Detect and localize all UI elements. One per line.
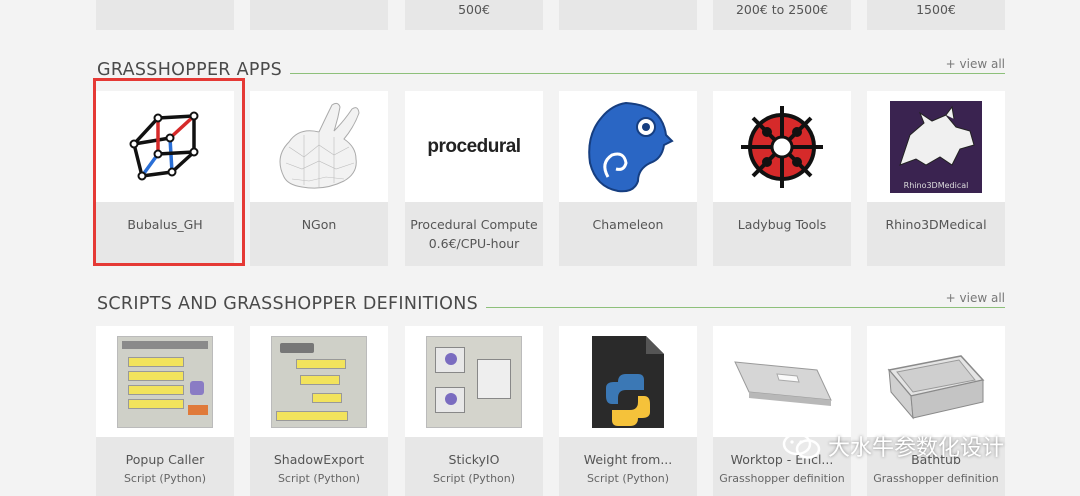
app-thumbnail (250, 91, 388, 202)
script-type: Script (Python) (432, 472, 516, 485)
procedural-logo: procedural (427, 135, 521, 157)
script-card-popup-caller[interactable]: Popup Caller Script (Python) (96, 326, 234, 496)
watermark: 大水牛参数化设计 (782, 430, 1004, 462)
app-name: Ladybug Tools (737, 217, 827, 232)
price-label: 1500€ (916, 2, 956, 17)
script-type: Script (Python) (123, 472, 207, 485)
app-card-chameleon[interactable]: Chameleon (559, 91, 697, 266)
top-card[interactable]: 500€ (405, 0, 543, 30)
rhino3dmedical-logo-text: Rhino3DMedical (903, 180, 969, 190)
price-label: 200€ to 2500€ (735, 2, 829, 17)
app-thumbnail (713, 91, 851, 202)
script-card-shadowexport[interactable]: ShadowExport Script (Python) (250, 326, 388, 496)
script-thumbnail (405, 326, 543, 437)
python-file-icon (592, 335, 664, 428)
grasshopper-canvas-image (426, 335, 522, 428)
script-card-bathtub[interactable]: Bathtub Grasshopper definition (867, 326, 1005, 496)
app-card-ladybug[interactable]: Ladybug Tools (713, 91, 851, 266)
section-divider (486, 307, 1005, 308)
bunny-mesh-icon (279, 102, 360, 189)
script-type: Grasshopper definition (719, 472, 845, 485)
top-card[interactable]: 200€ to 2500€ (713, 0, 851, 30)
price-label: 500€ (458, 2, 490, 17)
top-card[interactable] (559, 0, 697, 30)
grasshopper-canvas-image (271, 335, 367, 428)
script-type: Grasshopper definition (873, 472, 999, 485)
ladybug-icon (741, 105, 823, 188)
script-thumbnail (96, 326, 234, 437)
top-card[interactable] (250, 0, 388, 30)
app-card-procedural-compute[interactable]: procedural Procedural Compute 0.6€/CPU-h… (405, 91, 543, 266)
section-title-apps: GRASSHOPPER APPS (97, 60, 283, 80)
view-all-apps-link[interactable]: + view all (946, 57, 1005, 71)
app-price: 0.6€/CPU-hour (428, 236, 520, 251)
app-name: Procedural Compute (410, 217, 538, 232)
watermark-text: 大水牛参数化设计 (828, 436, 1005, 461)
script-thumbnail (867, 326, 1005, 437)
script-name: ShadowExport (273, 452, 365, 467)
rhino3dmedical-logo: Rhino3DMedical (890, 100, 982, 193)
grasshopper-canvas-image (117, 335, 213, 428)
highlight-box (93, 78, 245, 266)
script-card-worktop[interactable]: Worktop - Encl... Grasshopper definition (713, 326, 851, 496)
script-type: Script (Python) (586, 472, 670, 485)
bathtub-model-icon (887, 354, 985, 420)
wechat-icon (782, 432, 821, 459)
script-type: Script (Python) (277, 472, 361, 485)
top-card[interactable] (96, 0, 234, 30)
script-card-weight-from[interactable]: Weight from... Script (Python) (559, 326, 697, 496)
app-card-rhino3dmedical[interactable]: Rhino3DMedical Rhino3DMedical (867, 91, 1005, 266)
app-name: NGon (301, 217, 337, 232)
script-thumbnail (713, 326, 851, 437)
chameleon-icon (588, 101, 674, 192)
rhino-icon (899, 105, 975, 166)
app-thumbnail: procedural (405, 91, 543, 202)
script-name: Weight from... (583, 452, 673, 467)
section-title-scripts: SCRIPTS AND GRASSHOPPER DEFINITIONS (97, 294, 479, 314)
script-name: StickyIO (448, 452, 500, 467)
worktop-model-icon (734, 360, 832, 406)
app-name: Chameleon (592, 217, 664, 232)
script-card-stickyio[interactable]: StickyIO Script (Python) (405, 326, 543, 496)
script-thumbnail (250, 326, 388, 437)
section-divider (290, 73, 1005, 74)
app-card-ngon[interactable]: NGon (250, 91, 388, 266)
app-thumbnail: Rhino3DMedical (867, 91, 1005, 202)
top-card[interactable]: 1500€ (867, 0, 1005, 30)
view-all-scripts-link[interactable]: + view all (946, 291, 1005, 305)
app-thumbnail (559, 91, 697, 202)
script-name: Popup Caller (125, 452, 205, 467)
app-name: Rhino3DMedical (885, 217, 987, 232)
script-thumbnail (559, 326, 697, 437)
